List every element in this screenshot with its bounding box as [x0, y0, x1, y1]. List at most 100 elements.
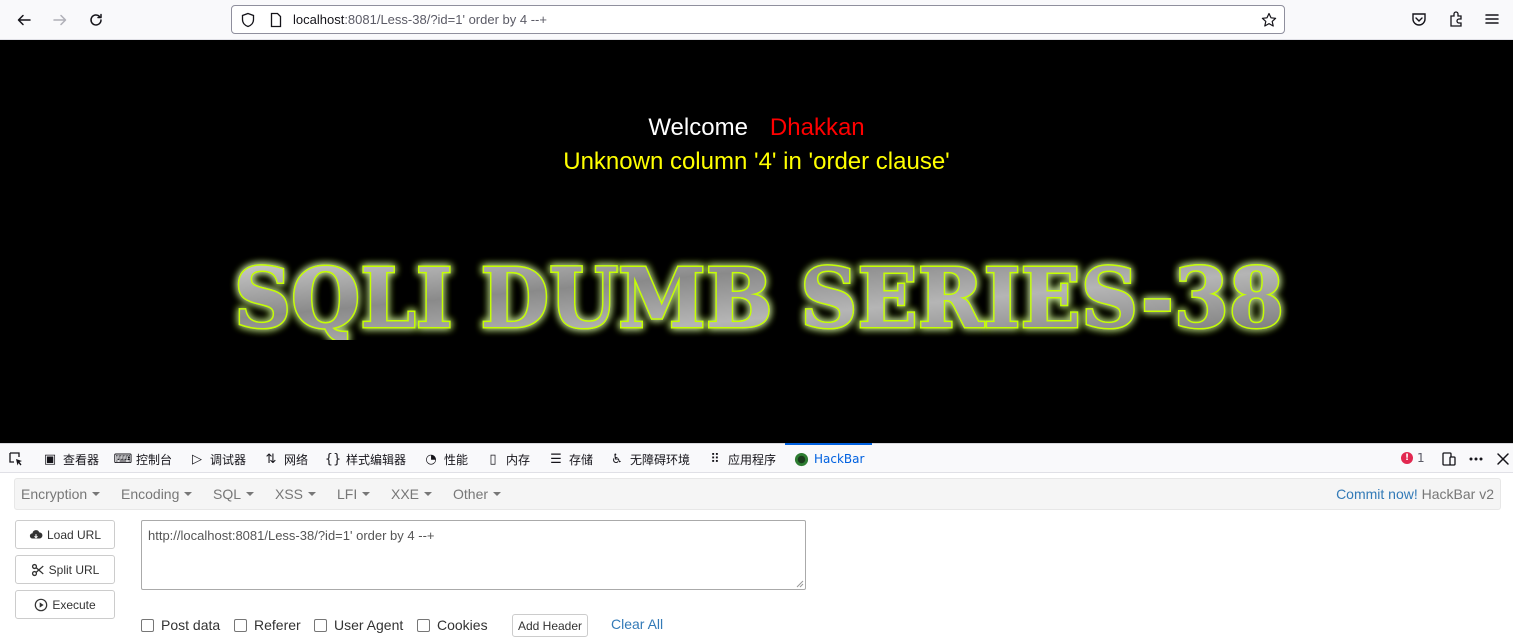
close-icon[interactable] — [1495, 451, 1511, 467]
option-label: User Agent — [334, 617, 404, 633]
url-host: localhost — [293, 12, 345, 27]
tab-label: 内存 — [506, 452, 531, 467]
tab-label: HackBar — [814, 452, 865, 466]
load-url-label: Load URL — [46, 527, 102, 542]
caret-down-icon — [493, 492, 502, 496]
post-data-option[interactable]: Post data — [141, 617, 220, 633]
tab-label: 网络 — [284, 452, 309, 467]
welcome-name: Dhakkan — [769, 114, 865, 141]
tab-label: 应用程序 — [728, 452, 777, 467]
url-textarea-value: http://localhost:8081/Less-38/?id=1' ord… — [148, 528, 435, 543]
debugger-icon: ▷ — [192, 451, 202, 467]
style-editor-icon: {} — [324, 451, 342, 467]
execute-button[interactable]: Execute — [15, 590, 115, 619]
menu-lfi[interactable]: LFI — [337, 486, 371, 502]
menu-other[interactable]: Other — [453, 486, 502, 502]
menu-label: SQL — [213, 486, 242, 502]
hackbar-menu: Encryption Encoding SQL XSS LFI XXE Othe… — [14, 478, 1501, 510]
menu-sql[interactable]: SQL — [213, 486, 255, 502]
commit-now-link[interactable]: Commit now! — [1336, 486, 1418, 502]
cookies-option[interactable]: Cookies — [417, 617, 488, 633]
arrow-left-icon — [17, 14, 31, 26]
tab-inspector[interactable]: ▣ 查看器 — [42, 444, 99, 474]
tab-accessibility[interactable]: ♿ 无障碍环境 — [609, 444, 690, 474]
menu-xxe[interactable]: XXE — [391, 486, 433, 502]
network-icon: ⇅ — [265, 451, 277, 467]
url-path: :8081/Less-38/?id=1' order by 4 --+ — [344, 12, 547, 27]
tab-console[interactable]: ⌨ 控制台 — [113, 444, 173, 474]
menu-label: XXE — [391, 486, 420, 502]
caret-down-icon — [184, 492, 193, 496]
menu-xss[interactable]: XSS — [275, 486, 317, 502]
pocket-icon[interactable] — [1410, 10, 1428, 28]
menu-label: Encryption — [21, 486, 88, 502]
back-button[interactable] — [10, 6, 38, 34]
inspector-icon: ▣ — [43, 451, 57, 467]
tab-label: 控制台 — [136, 452, 173, 467]
user-agent-checkbox[interactable] — [314, 618, 327, 632]
split-url-button[interactable]: Split URL — [15, 555, 115, 584]
url-text[interactable]: localhost:8081/Less-38/?id=1' order by 4… — [293, 12, 547, 27]
forward-button[interactable] — [46, 6, 74, 34]
menu-encoding[interactable]: Encoding — [121, 486, 193, 502]
clear-all-link[interactable]: Clear All — [611, 616, 663, 632]
hackbar-panel: Encryption Encoding SQL XSS LFI XXE Othe… — [0, 473, 1513, 643]
load-url-button[interactable]: Load URL — [15, 520, 115, 549]
menu-label: XSS — [275, 486, 304, 502]
tab-label: 存储 — [569, 452, 594, 467]
error-count: 1 — [1417, 451, 1425, 465]
tab-application[interactable]: ⠿ 应用程序 — [707, 444, 776, 474]
welcome-line: Welcome Dhakkan — [0, 114, 1513, 142]
element-picker-icon[interactable] — [8, 451, 24, 467]
tab-network[interactable]: ⇅ 网络 — [263, 444, 308, 474]
shield-icon[interactable] — [240, 12, 256, 28]
cookies-checkbox[interactable] — [417, 618, 430, 632]
add-header-button[interactable]: Add Header — [512, 614, 588, 637]
resize-handle-icon[interactable] — [795, 579, 804, 588]
storage-icon: ☰ — [550, 451, 562, 467]
extensions-icon[interactable] — [1447, 10, 1465, 28]
address-bar[interactable]: localhost:8081/Less-38/?id=1' order by 4… — [231, 5, 1285, 34]
menu-label: Encoding — [121, 486, 180, 502]
reload-button[interactable] — [82, 6, 110, 34]
tab-storage[interactable]: ☰ 存储 — [548, 444, 593, 474]
scissors-icon — [31, 563, 44, 576]
tab-label: 调试器 — [210, 452, 247, 467]
reload-icon — [90, 13, 102, 26]
menu-label: LFI — [337, 486, 358, 502]
execute-label: Execute — [52, 597, 96, 612]
star-icon[interactable] — [1261, 12, 1277, 28]
play-circle-icon — [35, 598, 48, 611]
split-url-label: Split URL — [48, 562, 100, 577]
page-icon[interactable] — [268, 12, 284, 28]
error-count-badge[interactable]: ! 1 — [1401, 451, 1425, 465]
url-textarea[interactable]: http://localhost:8081/Less-38/?id=1' ord… — [141, 520, 806, 590]
caret-down-icon — [246, 492, 255, 496]
option-label: Post data — [161, 617, 221, 633]
welcome-word: Welcome — [648, 114, 748, 141]
responsive-design-icon[interactable] — [1441, 451, 1457, 467]
tab-memory[interactable]: ▯ 内存 — [485, 444, 530, 474]
user-agent-option[interactable]: User Agent — [314, 617, 403, 633]
menu-encryption[interactable]: Encryption — [21, 486, 101, 502]
performance-icon: ◔ — [425, 451, 437, 467]
hackbar-version: HackBar v2 — [1421, 486, 1494, 502]
more-options-icon[interactable] — [1468, 451, 1484, 467]
application-icon: ⠿ — [710, 451, 720, 467]
tab-debugger[interactable]: ▷ 调试器 — [189, 444, 246, 474]
tab-hackbar[interactable]: HackBar — [784, 443, 873, 474]
tab-label: 样式编辑器 — [346, 452, 407, 467]
devtools-tabbar: ▣ 查看器 ⌨ 控制台 ▷ 调试器 ⇅ 网络 {} 样式编辑器 ◔ 性能 ▯ 内存 ☰ 存储 ♿… — [0, 443, 1513, 473]
hackbar-icon — [793, 451, 809, 467]
tab-style-editor[interactable]: {} 样式编辑器 — [325, 444, 406, 474]
option-label: Cookies — [437, 617, 488, 633]
tab-performance[interactable]: ◔ 性能 — [423, 444, 468, 474]
menu-label: Other — [453, 486, 489, 502]
caret-down-icon — [424, 492, 433, 496]
referer-checkbox[interactable] — [234, 618, 247, 632]
referer-option[interactable]: Referer — [234, 617, 301, 633]
menu-icon[interactable] — [1483, 10, 1501, 28]
option-label: Referer — [254, 617, 301, 633]
console-icon: ⌨ — [113, 451, 133, 467]
post-data-checkbox[interactable] — [141, 618, 154, 632]
